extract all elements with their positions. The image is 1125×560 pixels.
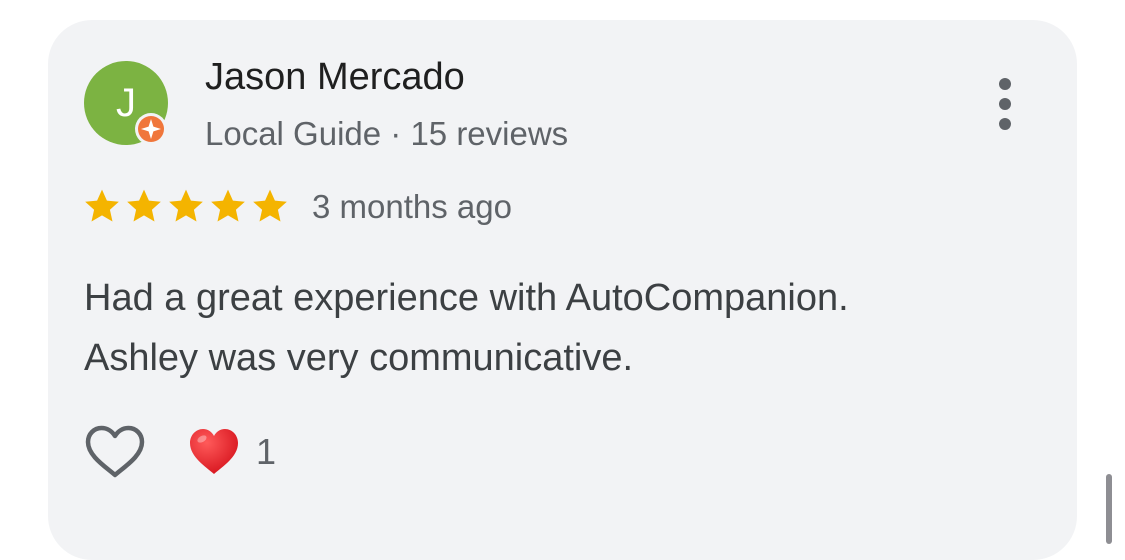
more-vert-icon[interactable] — [980, 72, 1030, 136]
heart-outline-icon[interactable] — [84, 424, 146, 480]
review-date: 3 months ago — [312, 188, 512, 225]
author-meta: Local Guide · 15 reviews — [205, 115, 569, 152]
star-icon — [253, 189, 287, 222]
review-text-line: Ashley was very communicative. — [84, 337, 634, 379]
red-heart-icon — [190, 429, 238, 474]
reaction-count: 1 — [256, 431, 277, 472]
scrollbar[interactable] — [1106, 474, 1112, 544]
avatar-initial: J — [116, 81, 136, 125]
author-name[interactable]: Jason Mercado — [205, 56, 465, 99]
star-icon — [85, 189, 119, 222]
star-icon — [127, 189, 161, 222]
star-icon — [169, 189, 203, 222]
review-text: Had a great experience with AutoCompanio… — [84, 268, 984, 388]
star-icon — [211, 189, 245, 222]
heart-reaction[interactable]: 1 — [188, 424, 276, 480]
review-text-line: Had a great experience with AutoCompanio… — [84, 277, 849, 319]
star-rating — [82, 186, 292, 226]
local-guide-badge-icon — [135, 113, 167, 145]
